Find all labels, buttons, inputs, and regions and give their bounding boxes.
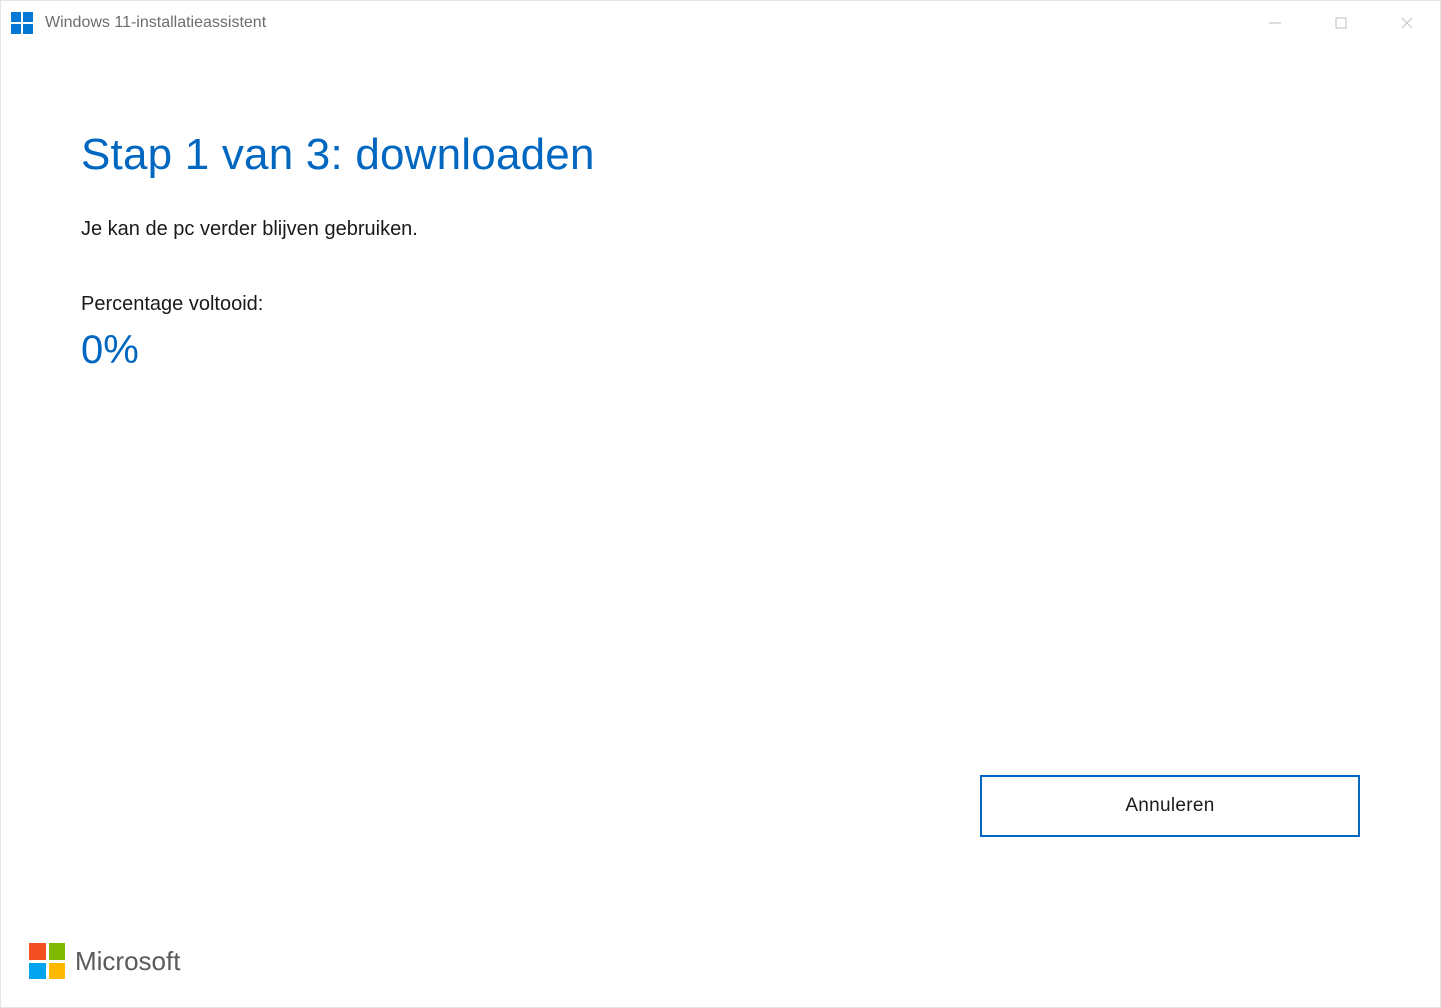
step-subtext: Je kan de pc verder blijven gebruiken.: [81, 218, 1360, 241]
cancel-button[interactable]: Annuleren: [980, 775, 1360, 837]
titlebar: Windows 11-installatieassistent: [1, 1, 1440, 45]
window-controls: [1242, 1, 1440, 45]
maximize-icon: [1334, 16, 1348, 30]
maximize-button[interactable]: [1308, 1, 1374, 45]
percent-value: 0%: [81, 328, 1360, 373]
brand-text: Microsoft: [75, 946, 180, 977]
close-icon: [1400, 16, 1414, 30]
step-heading: Stap 1 van 3: downloaden: [81, 130, 1360, 180]
windows-logo-icon: [11, 12, 33, 34]
main-content: Stap 1 van 3: downloaden Je kan de pc ve…: [1, 45, 1440, 373]
percent-label: Percentage voltooid:: [81, 293, 1360, 316]
close-button[interactable]: [1374, 1, 1440, 45]
microsoft-logo-icon: [29, 943, 65, 979]
minimize-button[interactable]: [1242, 1, 1308, 45]
footer-brand: Microsoft: [29, 943, 180, 979]
window-title: Windows 11-installatieassistent: [45, 14, 266, 32]
minimize-icon: [1268, 16, 1282, 30]
